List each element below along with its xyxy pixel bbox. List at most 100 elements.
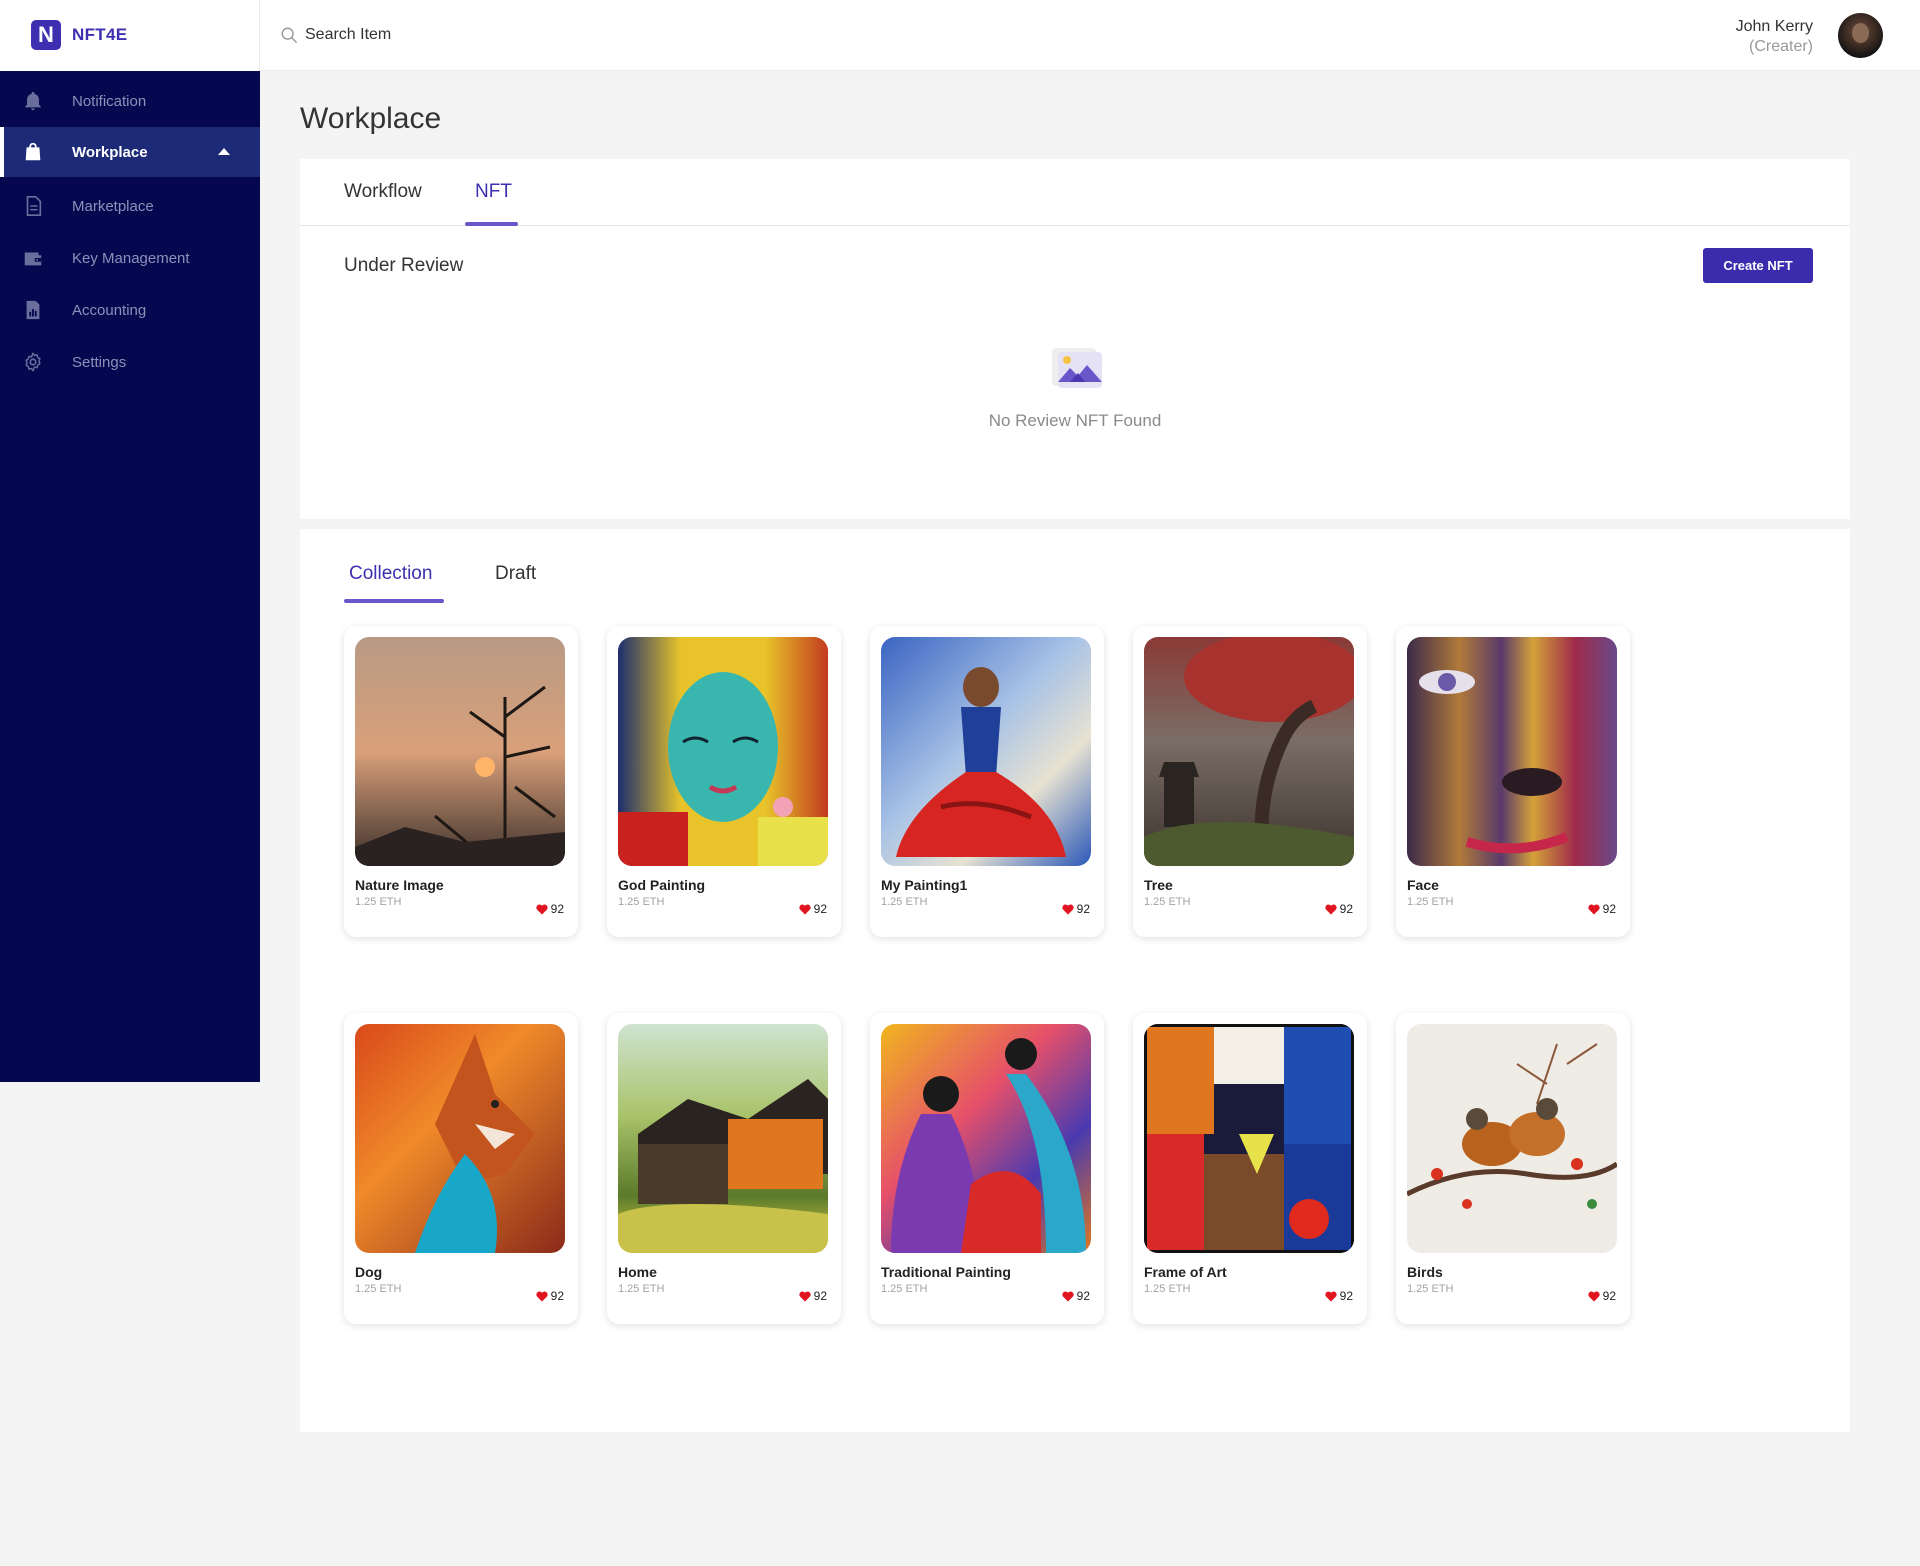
sidebar-item-label: Settings xyxy=(72,354,127,371)
collection-panel: Collection Draft Nature Image 1.25 ETH 9… xyxy=(300,529,1850,1432)
tab-draft[interactable]: Draft xyxy=(495,563,536,585)
nft-card[interactable]: Frame of Art 1.25 ETH 92 xyxy=(1133,1013,1367,1324)
nft-card[interactable]: Dog 1.25 ETH 92 xyxy=(344,1013,578,1324)
heart-icon xyxy=(1325,1291,1337,1302)
heart-icon xyxy=(536,1291,548,1302)
heart-icon xyxy=(1062,904,1074,915)
bell-icon xyxy=(25,91,41,111)
nft-price: 1.25 ETH xyxy=(1144,1283,1191,1295)
nft-price: 1.25 ETH xyxy=(618,896,665,908)
nft-card[interactable]: My Painting1 1.25 ETH 92 xyxy=(870,626,1104,937)
sidebar-item-label: Notification xyxy=(72,93,147,110)
like-count: 92 xyxy=(550,902,564,916)
like-count: 92 xyxy=(1076,902,1090,916)
nft-name: Traditional Painting xyxy=(881,1264,1011,1280)
nft-price: 1.25 ETH xyxy=(618,1283,665,1295)
sidebar-item-settings[interactable]: Settings xyxy=(0,337,260,387)
wallet-icon xyxy=(24,252,42,266)
nft-image[interactable] xyxy=(881,637,1091,866)
create-nft-button[interactable]: Create NFT xyxy=(1703,248,1813,283)
nft-name: Frame of Art xyxy=(1144,1264,1227,1280)
nft-likes[interactable]: 92 xyxy=(536,1289,564,1303)
document-icon xyxy=(26,196,42,216)
under-review-heading: Under Review xyxy=(344,255,464,276)
chevron-up-icon[interactable] xyxy=(218,148,230,155)
sidebar-item-workplace[interactable]: Workplace xyxy=(0,127,260,177)
like-count: 92 xyxy=(1602,902,1616,916)
logo-mark: N xyxy=(31,20,61,50)
like-count: 92 xyxy=(1339,1289,1353,1303)
nft-image[interactable] xyxy=(355,1024,565,1253)
nft-card[interactable]: Birds 1.25 ETH 92 xyxy=(1396,1013,1630,1324)
like-count: 92 xyxy=(550,1289,564,1303)
nft-likes[interactable]: 92 xyxy=(1588,902,1616,916)
logo-text: NFT4E xyxy=(72,25,128,44)
user-role: (Creater) xyxy=(1748,38,1813,55)
tab-workflow[interactable]: Workflow xyxy=(344,181,422,203)
active-tab-indicator xyxy=(344,599,444,603)
shopping-bag-icon xyxy=(25,142,41,161)
tab-collection[interactable]: Collection xyxy=(349,563,432,585)
nft-likes[interactable]: 92 xyxy=(1325,902,1353,916)
nft-name: Dog xyxy=(355,1264,383,1280)
like-count: 92 xyxy=(1076,1289,1090,1303)
nft-likes[interactable]: 92 xyxy=(799,1289,827,1303)
avatar[interactable] xyxy=(1838,13,1883,58)
nft-card[interactable]: Tree 1.25 ETH 92 xyxy=(1133,626,1367,937)
nft-image[interactable] xyxy=(881,1024,1091,1253)
page-title: Workplace xyxy=(300,102,442,135)
sidebar-item-accounting[interactable]: Accounting xyxy=(0,285,260,335)
nft-name: God Painting xyxy=(618,877,706,893)
nft-price: 1.25 ETH xyxy=(1407,1283,1454,1295)
nft-card[interactable]: Face 1.25 ETH 92 xyxy=(1396,626,1630,937)
nft-image[interactable] xyxy=(355,637,565,866)
nft-likes[interactable]: 92 xyxy=(536,902,564,916)
nft-image[interactable] xyxy=(1144,637,1354,866)
sidebar-item-notification[interactable]: Notification xyxy=(0,76,260,126)
sidebar-item-key-management[interactable]: Key Management xyxy=(0,233,260,283)
nft-price: 1.25 ETH xyxy=(355,1283,402,1295)
heart-icon xyxy=(1062,1291,1074,1302)
heart-icon xyxy=(1325,904,1337,915)
logo[interactable]: N NFT4E xyxy=(0,0,260,71)
heart-icon xyxy=(536,904,548,915)
sidebar-item-marketplace[interactable]: Marketplace xyxy=(0,181,260,231)
sidebar: Notification Workplace Marketplace Key M… xyxy=(0,71,260,1082)
like-count: 92 xyxy=(1602,1289,1616,1303)
nft-image[interactable] xyxy=(1407,1024,1617,1253)
nft-name: Tree xyxy=(1144,877,1173,893)
nft-likes[interactable]: 92 xyxy=(1062,902,1090,916)
gear-icon xyxy=(25,352,41,372)
user-name: John Kerry xyxy=(1735,18,1813,35)
nft-card[interactable]: Traditional Painting 1.25 ETH 92 xyxy=(870,1013,1104,1324)
nft-name: Birds xyxy=(1407,1264,1443,1280)
nft-card[interactable]: Home 1.25 ETH 92 xyxy=(607,1013,841,1324)
nft-price: 1.25 ETH xyxy=(881,896,928,908)
nft-image[interactable] xyxy=(618,1024,828,1253)
nft-likes[interactable]: 92 xyxy=(1325,1289,1353,1303)
like-count: 92 xyxy=(1339,902,1353,916)
nft-card[interactable]: God Painting 1.25 ETH 92 xyxy=(607,626,841,937)
search-input[interactable] xyxy=(305,22,665,48)
nft-image[interactable] xyxy=(1407,637,1617,866)
empty-image-icon xyxy=(1052,348,1102,388)
nft-name: Face xyxy=(1407,877,1439,893)
sidebar-item-label: Workplace xyxy=(72,144,148,161)
top-bar: N NFT4E John Kerry (Creater) xyxy=(0,0,1920,71)
nft-card[interactable]: Nature Image 1.25 ETH 92 xyxy=(344,626,578,937)
report-icon xyxy=(26,300,40,320)
review-panel: Workflow NFT Under Review Create NFT No … xyxy=(300,159,1850,519)
tab-bar: Workflow NFT xyxy=(300,159,1850,226)
nft-image[interactable] xyxy=(618,637,828,866)
like-count: 92 xyxy=(813,902,827,916)
nft-likes[interactable]: 92 xyxy=(799,902,827,916)
tab-nft[interactable]: NFT xyxy=(475,181,512,203)
search-icon[interactable] xyxy=(280,26,298,44)
heart-icon xyxy=(1588,904,1600,915)
nft-image[interactable] xyxy=(1144,1024,1354,1253)
nft-price: 1.25 ETH xyxy=(1407,896,1454,908)
nft-price: 1.25 ETH xyxy=(355,896,402,908)
sidebar-item-label: Marketplace xyxy=(72,198,154,215)
nft-likes[interactable]: 92 xyxy=(1588,1289,1616,1303)
nft-likes[interactable]: 92 xyxy=(1062,1289,1090,1303)
